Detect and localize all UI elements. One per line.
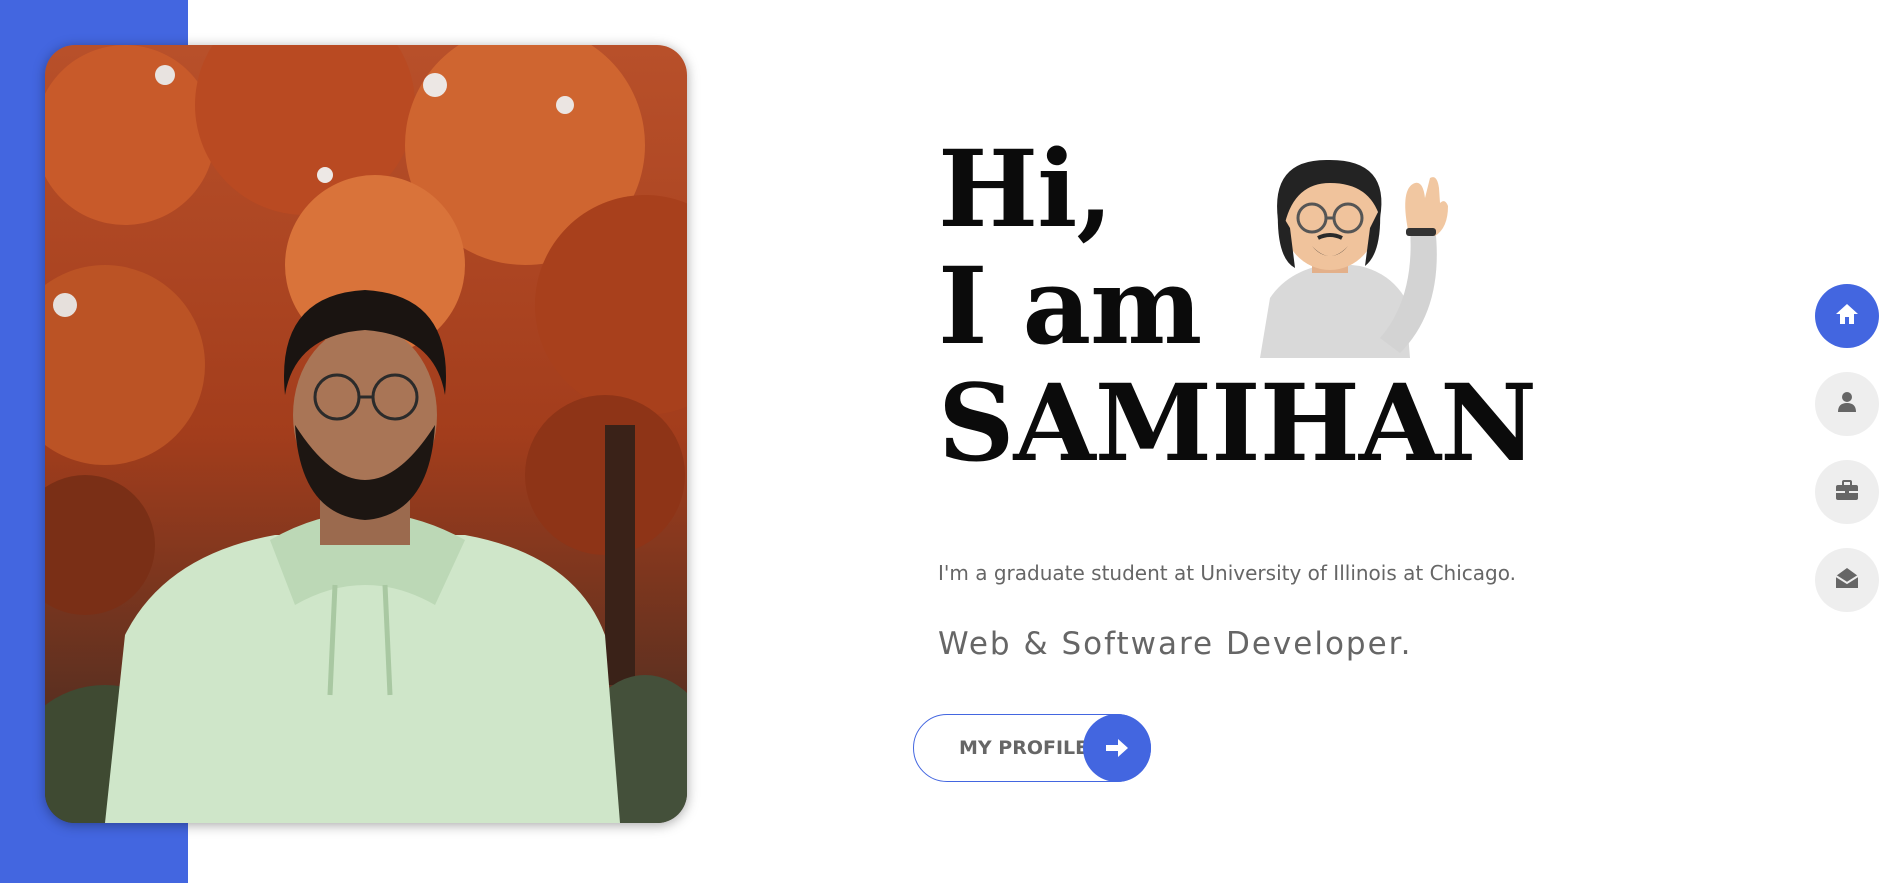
nav-home-button[interactable] [1815,284,1879,348]
nav-about-button[interactable] [1815,372,1879,436]
my-profile-button[interactable]: MY PROFILE [913,714,1151,782]
hero-subtitle: I'm a graduate student at University of … [938,561,1516,585]
home-icon [1835,303,1859,330]
waving-memoji-icon [1240,148,1450,363]
nav-contact-button[interactable] [1815,548,1879,612]
hero-role: Web & Software Developer. [938,626,1413,662]
user-icon [1837,391,1857,418]
side-navigation [1815,284,1879,636]
hero-name: SAMIHAN [938,360,1537,485]
arrow-right-icon [1083,714,1151,782]
briefcase-icon [1835,479,1859,506]
profile-photo [45,45,687,823]
my-profile-label: MY PROFILE [959,737,1089,759]
nav-portfolio-button[interactable] [1815,460,1879,524]
envelope-open-icon [1835,567,1859,594]
